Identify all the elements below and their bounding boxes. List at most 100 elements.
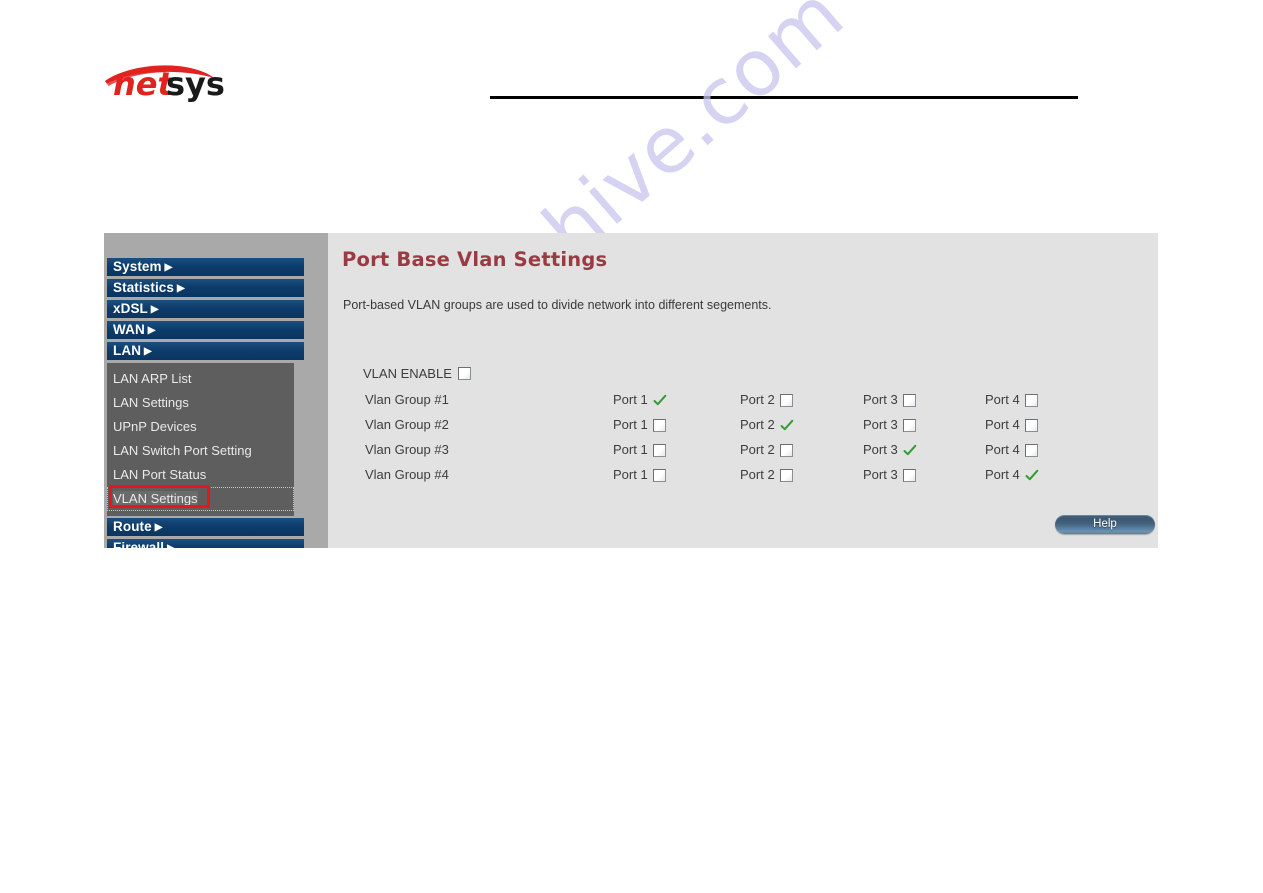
port-checkbox[interactable]	[902, 468, 916, 482]
port-label: Port 1	[613, 442, 648, 457]
port-label: Port 4	[985, 392, 1020, 407]
port-cell: Port 2	[740, 441, 793, 459]
port-cell: Port 1	[613, 441, 666, 459]
sidebar-item-lan-arp-list[interactable]: LAN ARP List	[107, 367, 294, 391]
sidebar-item-label: VLAN Settings	[113, 491, 198, 506]
chevron-right-icon: ▶	[177, 283, 185, 294]
sidebar-item-label: Firewall	[113, 540, 165, 548]
sidebar-item-system[interactable]: System ▶	[107, 258, 304, 276]
port-cell: Port 2	[740, 416, 794, 434]
port-cell: Port 4	[985, 466, 1039, 484]
port-cell: Port 1	[613, 391, 667, 409]
port-cell: Port 3	[863, 391, 916, 409]
port-cell: Port 4	[985, 441, 1038, 459]
port-cell: Port 4	[985, 416, 1038, 434]
sidebar-item-label: WAN	[113, 322, 145, 337]
port-checkbox[interactable]	[902, 393, 916, 407]
port-label: Port 1	[613, 392, 648, 407]
port-label: Port 2	[740, 417, 775, 432]
sidebar-item-wan[interactable]: WAN ▶	[107, 321, 304, 339]
sidebar-item-lan[interactable]: LAN ▶	[107, 342, 304, 360]
vlan-enable-checkbox[interactable]	[457, 367, 471, 380]
port-cell: Port 2	[740, 391, 793, 409]
port-checkbox[interactable]	[779, 393, 793, 407]
port-cell: Port 1	[613, 466, 666, 484]
port-checkbox[interactable]	[902, 418, 916, 432]
sidebar-item-statistics[interactable]: Statistics ▶	[107, 279, 304, 297]
vlan-group-label: Vlan Group #4	[365, 467, 449, 482]
table-row: Vlan Group #4 Port 1 Port 2 Port 3 Port 4	[363, 466, 1123, 491]
port-checkbox[interactable]	[652, 418, 666, 432]
port-checkbox[interactable]	[1024, 418, 1038, 432]
port-checkbox[interactable]	[652, 443, 666, 457]
sidebar-item-upnp-devices[interactable]: UPnP Devices	[107, 415, 294, 439]
sidebar-submenu-lan: LAN ARP List LAN Settings UPnP Devices L…	[107, 363, 294, 516]
chevron-right-icon: ▶	[164, 262, 173, 273]
sidebar-item-lan-switch-port-setting[interactable]: LAN Switch Port Setting	[107, 439, 294, 463]
port-checkbox[interactable]	[779, 443, 793, 457]
content-panel: Port Base Vlan Settings Port-based VLAN …	[328, 233, 1158, 548]
port-label: Port 3	[863, 392, 898, 407]
sidebar-item-label: LAN	[113, 343, 142, 358]
port-cell: Port 4	[985, 391, 1038, 409]
port-cell: Port 3	[863, 441, 917, 459]
sidebar-item-label: xDSL	[113, 301, 148, 316]
sidebar-item-label: Route	[113, 519, 152, 534]
sidebar-item-firewall[interactable]: Firewall▶	[107, 539, 304, 548]
sidebar-menu: System ▶ Statistics ▶ xDSL ▶ WAN ▶ LAN ▶ LAN …	[107, 258, 304, 548]
chevron-right-icon: ▶	[154, 522, 163, 533]
sidebar-item-lan-settings[interactable]: LAN Settings	[107, 391, 294, 415]
sidebar-item-label: LAN Port Status	[113, 467, 207, 482]
port-label: Port 3	[863, 442, 898, 457]
port-label: Port 2	[740, 467, 775, 482]
chevron-right-icon: ▶	[150, 304, 159, 315]
sidebar-item-lan-port-status[interactable]: LAN Port Status	[107, 463, 294, 487]
table-row: Vlan Group #2 Port 1 Port 2 Port 3 Port 4	[363, 416, 1123, 441]
button-bar: Help Apply Cancel	[1055, 515, 1158, 537]
check-icon[interactable]	[653, 394, 667, 407]
sidebar-item-label: LAN Switch Port Setting	[113, 443, 252, 458]
sidebar-item-label: LAN Settings	[113, 395, 189, 410]
svg-text:sys: sys	[166, 65, 225, 103]
port-label: Port 2	[740, 442, 775, 457]
chevron-right-icon: ▶	[147, 325, 156, 336]
help-button[interactable]: Help	[1055, 515, 1155, 534]
netsys-logo: net sys	[104, 55, 244, 105]
check-icon[interactable]	[903, 444, 917, 457]
port-label: Port 1	[613, 467, 648, 482]
port-label: Port 3	[863, 467, 898, 482]
vlan-group-label: Vlan Group #2	[365, 417, 449, 432]
vlan-group-label: Vlan Group #3	[365, 442, 449, 457]
sidebar-item-route[interactable]: Route ▶	[107, 518, 304, 536]
page-title: Port Base Vlan Settings	[342, 248, 608, 271]
sidebar-item-label: LAN ARP List	[113, 371, 192, 386]
port-checkbox[interactable]	[1024, 393, 1038, 407]
sidebar-item-label: Statistics	[113, 280, 175, 295]
chevron-right-icon: ▶	[144, 346, 152, 357]
table-row: Vlan Group #3 Port 1 Port 2 Port 3 Port 4	[363, 441, 1123, 466]
port-cell: Port 2	[740, 466, 793, 484]
check-icon[interactable]	[780, 419, 794, 432]
sidebar-item-xdsl[interactable]: xDSL ▶	[107, 300, 304, 318]
sidebar-item-vlan-settings[interactable]: VLAN Settings	[107, 487, 294, 511]
port-cell: Port 1	[613, 416, 666, 434]
port-checkbox[interactable]	[1024, 443, 1038, 457]
port-checkbox[interactable]	[779, 468, 793, 482]
port-label: Port 4	[985, 442, 1020, 457]
port-cell: Port 3	[863, 466, 916, 484]
port-label: Port 1	[613, 417, 648, 432]
router-web-ui-window: System ▶ Statistics ▶ xDSL ▶ WAN ▶ LAN ▶ LAN …	[104, 233, 1158, 548]
port-label: Port 4	[985, 417, 1020, 432]
header-divider-rule	[490, 96, 1078, 99]
check-icon[interactable]	[1025, 469, 1039, 482]
page-description: Port-based VLAN groups are used to divid…	[343, 298, 772, 312]
port-checkbox[interactable]	[652, 468, 666, 482]
vlan-enable-label: VLAN ENABLE	[363, 366, 452, 381]
port-label: Port 4	[985, 467, 1020, 482]
vlan-enable-row: VLAN ENABLE	[363, 366, 471, 381]
sidebar-item-label: UPnP Devices	[113, 419, 197, 434]
sidebar: System ▶ Statistics ▶ xDSL ▶ WAN ▶ LAN ▶ LAN …	[104, 233, 328, 548]
port-label: Port 2	[740, 392, 775, 407]
chevron-right-icon: ▶	[167, 543, 175, 548]
table-row: Vlan Group #1 Port 1 Port 2 Port 3 Port 4	[363, 391, 1123, 416]
